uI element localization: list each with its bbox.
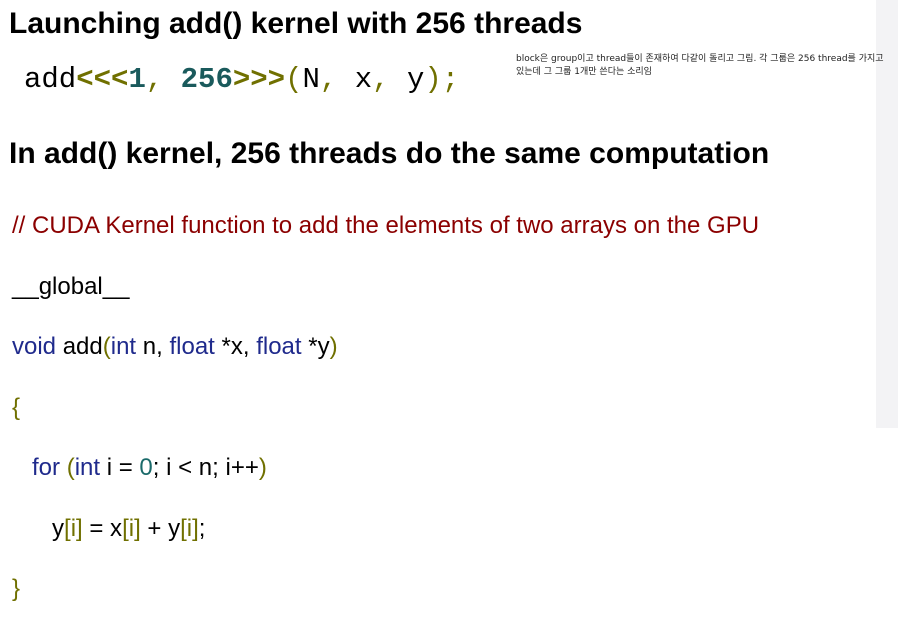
slide-heading-computation: In add() kernel, 256 threads do the same… [9, 137, 770, 170]
launch-arg-y: y [406, 63, 425, 96]
code-bracket: ] [192, 514, 199, 542]
launch-arg-n: N [302, 63, 320, 96]
launch-end: ); [424, 63, 460, 96]
code-line-for: for (int i = 0; i < n; i++) [12, 453, 759, 484]
code-brace: { [12, 393, 21, 421]
code-paren: ( [66, 454, 75, 481]
kernel-launch-line: add<<<1, 256>>>(N, x, y); [24, 62, 459, 98]
launch-blocks: 1 [128, 63, 146, 96]
code-bracket: [ [64, 514, 71, 542]
code-keyword-void: void [12, 333, 57, 360]
code-bracket: [ [180, 514, 187, 542]
code-bracket: [ [122, 514, 129, 542]
code-paren: ) [329, 333, 338, 360]
code-for-rest: ; i < n; i++ [152, 454, 259, 481]
code-number-zero: 0 [139, 454, 153, 481]
code-line-brace-open: { [12, 393, 759, 424]
slide-heading-launch: Launching add() kernel with 256 threads [9, 7, 583, 40]
launch-arg-x: x [354, 63, 373, 96]
code-line-comment: // CUDA Kernel function to add the eleme… [12, 211, 759, 242]
code-brace: } [12, 575, 21, 602]
code-line-body: y[i] = x[i] + y[i]; [12, 514, 759, 545]
code-bracket: ] [76, 514, 83, 542]
launch-comma: , [145, 63, 181, 96]
launch-close-brackets: >>> [232, 63, 286, 96]
launch-comma: , [319, 63, 355, 96]
code-keyword-for: for [32, 454, 61, 481]
code-comment: // CUDA Kernel function to add the eleme… [12, 212, 760, 239]
code-param-x: *x, [214, 333, 257, 360]
code-keyword-float: float [169, 333, 215, 360]
code-line-signature: void add(int n, float *x, float *y) [12, 332, 759, 363]
launch-open-brackets: <<< [76, 63, 129, 96]
launch-func: add [24, 63, 77, 96]
annotation-note: block은 group이고 thread들이 존재하여 다같이 돌리고 그림.… [516, 54, 884, 77]
code-paren: ( [102, 333, 111, 360]
code-keyword-int: int [110, 333, 137, 360]
launch-threads: 256 [180, 63, 233, 96]
code-bracket: ] [134, 514, 141, 542]
code-func-name: add [56, 333, 103, 360]
code-param-y: *y [301, 333, 330, 360]
code-paren: ) [258, 454, 267, 481]
code-for-init: i = [100, 454, 140, 481]
code-keyword-int: int [74, 454, 101, 481]
code-line-qualifier: __global__ [12, 272, 759, 303]
launch-comma: , [372, 63, 407, 96]
code-var-y: y [52, 514, 65, 542]
code-param-n: n, [136, 333, 170, 360]
code-plus-y: + y [140, 514, 181, 542]
launch-args-open: ( [285, 63, 303, 96]
kernel-code-block: // CUDA Kernel function to add the eleme… [12, 181, 759, 635]
code-assign-x: = x [82, 514, 123, 542]
code-semicolon: ; [198, 514, 206, 542]
code-line-brace-close: } [12, 574, 759, 605]
code-keyword-float: float [256, 333, 302, 360]
code-global-qualifier: __global__ [12, 272, 130, 300]
